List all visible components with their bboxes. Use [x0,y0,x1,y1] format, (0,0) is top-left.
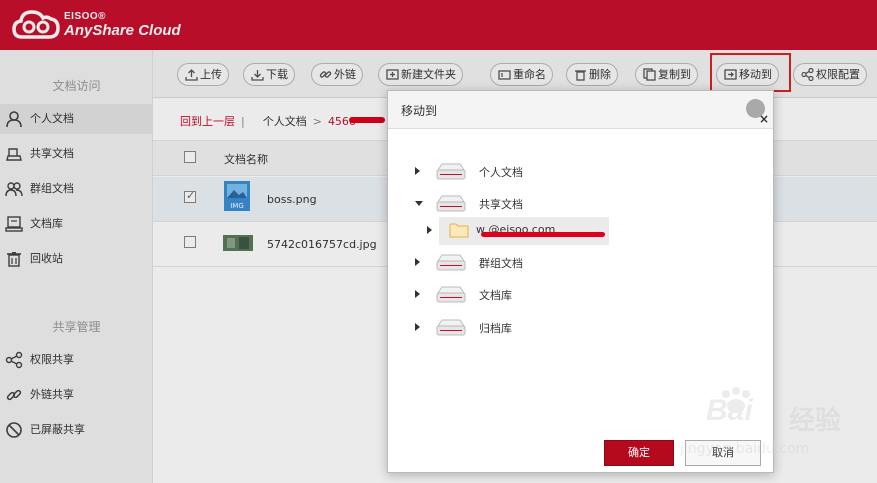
watermark-url: jingyan.baidu.com [680,441,810,457]
tree-node-label: 群组文档 [479,257,523,270]
watermark-cn: 经验 [789,406,842,436]
close-icon: × [759,112,770,126]
tree-node-label: 归档库 [479,322,512,335]
tree-node-personal-docs[interactable]: 个人文档 [388,158,773,186]
drive-icon [436,195,466,212]
watermark-text: Bai [706,394,753,427]
folder-icon [449,223,469,238]
tree-node-label: 个人文档 [479,166,523,179]
tree-node-archive[interactable]: 归档库 [388,314,773,342]
expand-arrow-icon[interactable] [415,258,420,266]
collapse-arrow-icon[interactable] [415,201,423,206]
dialog-title: 移动到 [401,104,438,118]
dialog-title-bar: 移动到 × [388,91,773,129]
drive-icon [436,286,466,303]
drive-icon [436,319,466,336]
tree-node-user-folder[interactable]: w @eisoo.com [427,217,609,245]
confirm-button[interactable]: 确定 [604,440,674,466]
drive-icon [436,163,466,180]
tree-node-label: 共享文档 [479,198,523,211]
expand-arrow-icon[interactable] [415,290,420,298]
tree-node-library[interactable]: 文档库 [388,281,773,309]
redaction-mark [481,232,605,237]
expand-arrow-icon[interactable] [427,226,432,234]
close-button[interactable]: × [746,99,769,126]
tree-node-label: 文档库 [479,289,512,302]
expand-arrow-icon[interactable] [415,167,420,175]
drive-icon [436,254,466,271]
baidu-watermark: Bai 经验 jingyan.baidu.com [676,386,876,466]
expand-arrow-icon[interactable] [415,323,420,331]
tree-node-group-docs[interactable]: 群组文档 [388,249,773,277]
tree-node-shared-docs[interactable]: 共享文档 [388,190,773,218]
